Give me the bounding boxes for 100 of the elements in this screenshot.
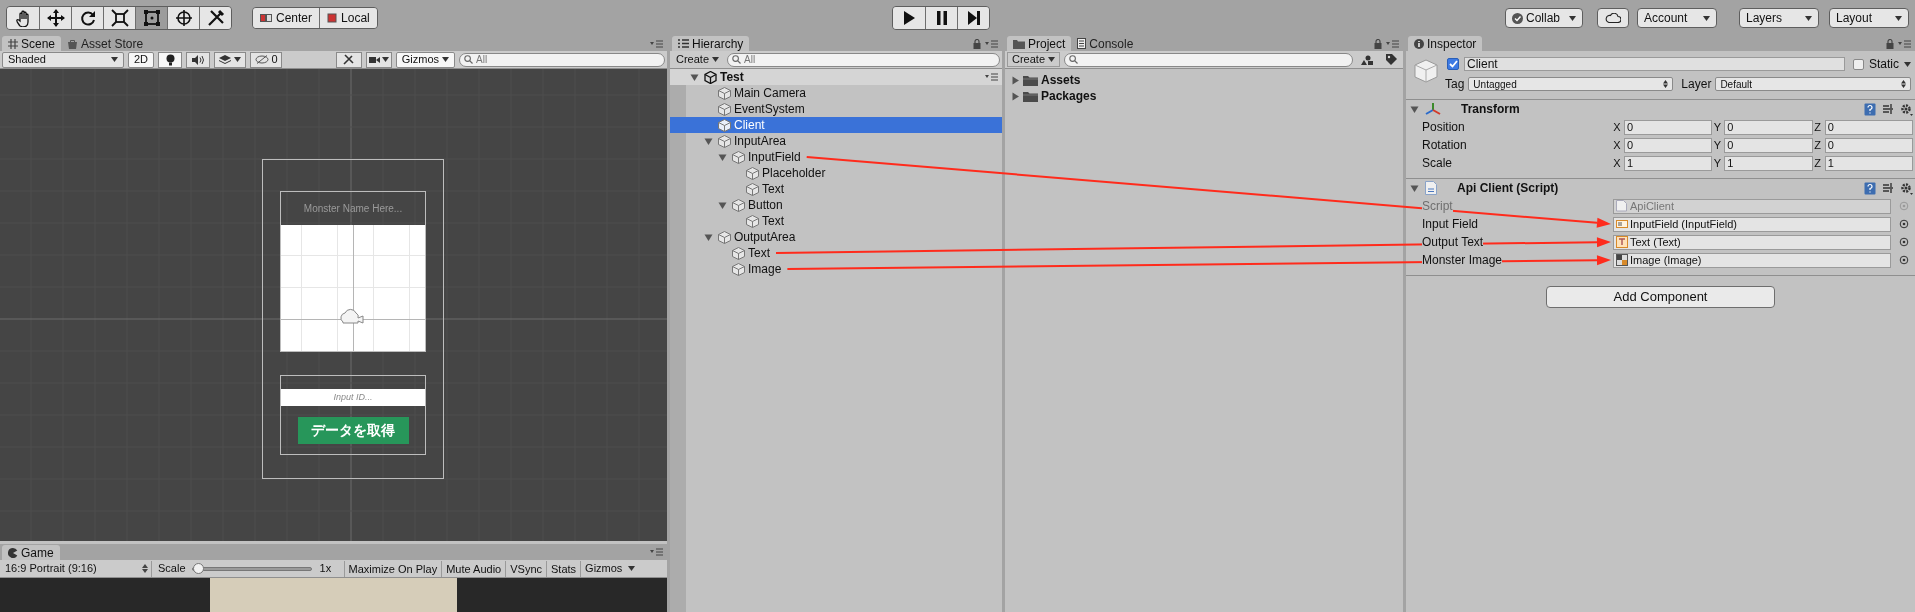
menu-dropdown[interactable]: Layout bbox=[1829, 8, 1909, 28]
axis-label: Z bbox=[1813, 119, 1822, 135]
axis-label: Z bbox=[1813, 137, 1822, 153]
scale-reading: 1x bbox=[319, 561, 333, 577]
search-field[interactable]: All bbox=[727, 52, 1000, 67]
hierarchy-item[interactable]: InputArea bbox=[670, 133, 1002, 149]
number-field[interactable]: 0 bbox=[1624, 137, 1713, 153]
item-label: Image bbox=[748, 261, 782, 278]
panel-tab[interactable]: Hierarchy bbox=[672, 36, 750, 51]
gizmos-dropdown[interactable]: Gizmos bbox=[395, 51, 455, 68]
number-field[interactable]: 1 bbox=[1824, 155, 1913, 171]
axis-label: X bbox=[1612, 155, 1622, 171]
hierarchy-item[interactable]: Text bbox=[670, 181, 1002, 197]
fetch-data-button[interactable]: データを取得 bbox=[297, 417, 409, 444]
menu-dropdown[interactable]: Layers bbox=[1739, 8, 1819, 28]
folder-label: Assets bbox=[1041, 72, 1081, 89]
create-dropdown[interactable]: Create bbox=[1007, 52, 1061, 67]
field-label: Scale bbox=[1422, 155, 1454, 172]
item-label: Client bbox=[734, 117, 765, 134]
input-placeholder: Input ID... bbox=[333, 390, 373, 404]
pivot-rotation-button[interactable]: Local bbox=[319, 8, 377, 28]
hierarchy-item[interactable]: Placeholder bbox=[670, 165, 1002, 181]
hierarchy-item[interactable]: Button bbox=[670, 197, 1002, 213]
monster-name-text: Monster Name Here... bbox=[302, 202, 404, 216]
static-label: Static bbox=[1869, 56, 1899, 73]
number-field[interactable]: 0 bbox=[1824, 137, 1913, 153]
field-label: Position bbox=[1422, 119, 1466, 136]
axis-label: Y bbox=[1712, 119, 1722, 135]
field-value: Text (Text) bbox=[1630, 234, 1681, 250]
project-item[interactable]: Packages bbox=[1005, 88, 1403, 104]
hierarchy-item[interactable]: Client bbox=[670, 117, 1002, 133]
hidden-objects-button[interactable]: 0 bbox=[250, 51, 283, 68]
axis-label: Y bbox=[1712, 155, 1722, 171]
layer-dropdown[interactable]: Default bbox=[1715, 77, 1911, 91]
search-field[interactable]: All bbox=[459, 52, 665, 67]
gizmos-dropdown[interactable]: Gizmos bbox=[580, 560, 640, 577]
item-label: Main Camera bbox=[734, 85, 807, 102]
aspect-dropdown[interactable]: 16:9 Portrait (9:16) bbox=[2, 560, 152, 577]
item-label: OutputArea bbox=[734, 229, 796, 246]
panel-tab[interactable]: Project bbox=[1007, 36, 1072, 51]
panel-tab[interactable]: Asset Store bbox=[61, 36, 150, 51]
item-label: Text bbox=[762, 213, 784, 230]
panel-tab[interactable]: Inspector bbox=[1408, 36, 1483, 51]
object-field[interactable]: Image (Image) bbox=[1613, 252, 1891, 268]
component-title: Api Client (Script) bbox=[1457, 180, 1559, 197]
number-field[interactable]: 1 bbox=[1624, 155, 1713, 171]
axis-label: Y bbox=[1712, 137, 1722, 153]
hierarchy-item[interactable]: EventSystem bbox=[670, 101, 1002, 117]
project-item[interactable]: Assets bbox=[1005, 72, 1403, 88]
item-label: InputArea bbox=[734, 133, 787, 150]
item-label: Placeholder bbox=[762, 165, 826, 182]
toggle-button[interactable]: VSync bbox=[505, 560, 546, 577]
object-field[interactable]: InputField (InputField) bbox=[1613, 216, 1891, 232]
number-field[interactable]: 0 bbox=[1824, 119, 1913, 135]
hierarchy-item[interactable]: Main Camera bbox=[670, 85, 1002, 101]
axis-label: X bbox=[1612, 137, 1622, 153]
axis-label: X bbox=[1612, 119, 1622, 135]
hierarchy-item[interactable]: InputField bbox=[670, 149, 1002, 165]
number-field[interactable]: 0 bbox=[1724, 137, 1813, 153]
axis-label: Z bbox=[1813, 155, 1822, 171]
item-label: EventSystem bbox=[734, 101, 805, 118]
object-field[interactable]: Text (Text) bbox=[1613, 234, 1891, 250]
panel-tab[interactable]: Console bbox=[1071, 36, 1140, 51]
toggle-button[interactable]: Stats bbox=[546, 560, 581, 577]
component-title: Transform bbox=[1461, 101, 1520, 118]
item-label: InputField bbox=[748, 149, 801, 166]
tag-label: Tag bbox=[1445, 76, 1465, 93]
number-field[interactable]: 0 bbox=[1724, 119, 1813, 135]
hierarchy-item[interactable]: Test bbox=[670, 69, 1002, 85]
number-field[interactable]: 0 bbox=[1624, 119, 1713, 135]
layer-label: Layer bbox=[1681, 76, 1712, 93]
field-value: ApiClient bbox=[1630, 198, 1675, 214]
hierarchy-item[interactable]: Image bbox=[670, 261, 1002, 277]
toggle-button[interactable]: Mute Audio bbox=[441, 560, 506, 577]
panel-tab[interactable]: Scene bbox=[2, 36, 62, 51]
name-field[interactable]: Client bbox=[1464, 57, 1845, 71]
tag-dropdown[interactable]: Untagged bbox=[1468, 77, 1674, 91]
create-dropdown[interactable]: Create bbox=[672, 52, 724, 67]
input-field[interactable]: Input ID... bbox=[281, 389, 425, 406]
pivot-mode-button[interactable]: Center bbox=[253, 8, 320, 28]
hierarchy-item[interactable]: Text bbox=[670, 245, 1002, 261]
menu-dropdown[interactable]: Account bbox=[1637, 8, 1717, 28]
shading-dropdown[interactable]: Shaded bbox=[2, 51, 124, 68]
field-label: Rotation bbox=[1422, 137, 1468, 154]
item-label: Button bbox=[748, 197, 783, 214]
scale-label: Scale bbox=[158, 561, 186, 577]
field-value: InputField (InputField) bbox=[1630, 216, 1737, 232]
hierarchy-item[interactable]: Text bbox=[670, 213, 1002, 229]
add-component-button[interactable]: Add Component bbox=[1546, 286, 1775, 308]
item-label: Text bbox=[762, 181, 784, 198]
number-field[interactable]: 1 bbox=[1724, 155, 1813, 171]
panel-tab[interactable]: Game bbox=[2, 545, 60, 560]
item-label: Test bbox=[720, 69, 744, 86]
mode-2d-button[interactable]: 2D bbox=[128, 51, 155, 68]
toggle-button[interactable]: Maximize On Play bbox=[343, 560, 442, 577]
item-label: Text bbox=[748, 245, 770, 262]
folder-label: Packages bbox=[1041, 88, 1097, 105]
field-value: Image (Image) bbox=[1630, 252, 1702, 268]
collab-dropdown[interactable]: Collab bbox=[1505, 8, 1583, 28]
hierarchy-item[interactable]: OutputArea bbox=[670, 229, 1002, 245]
